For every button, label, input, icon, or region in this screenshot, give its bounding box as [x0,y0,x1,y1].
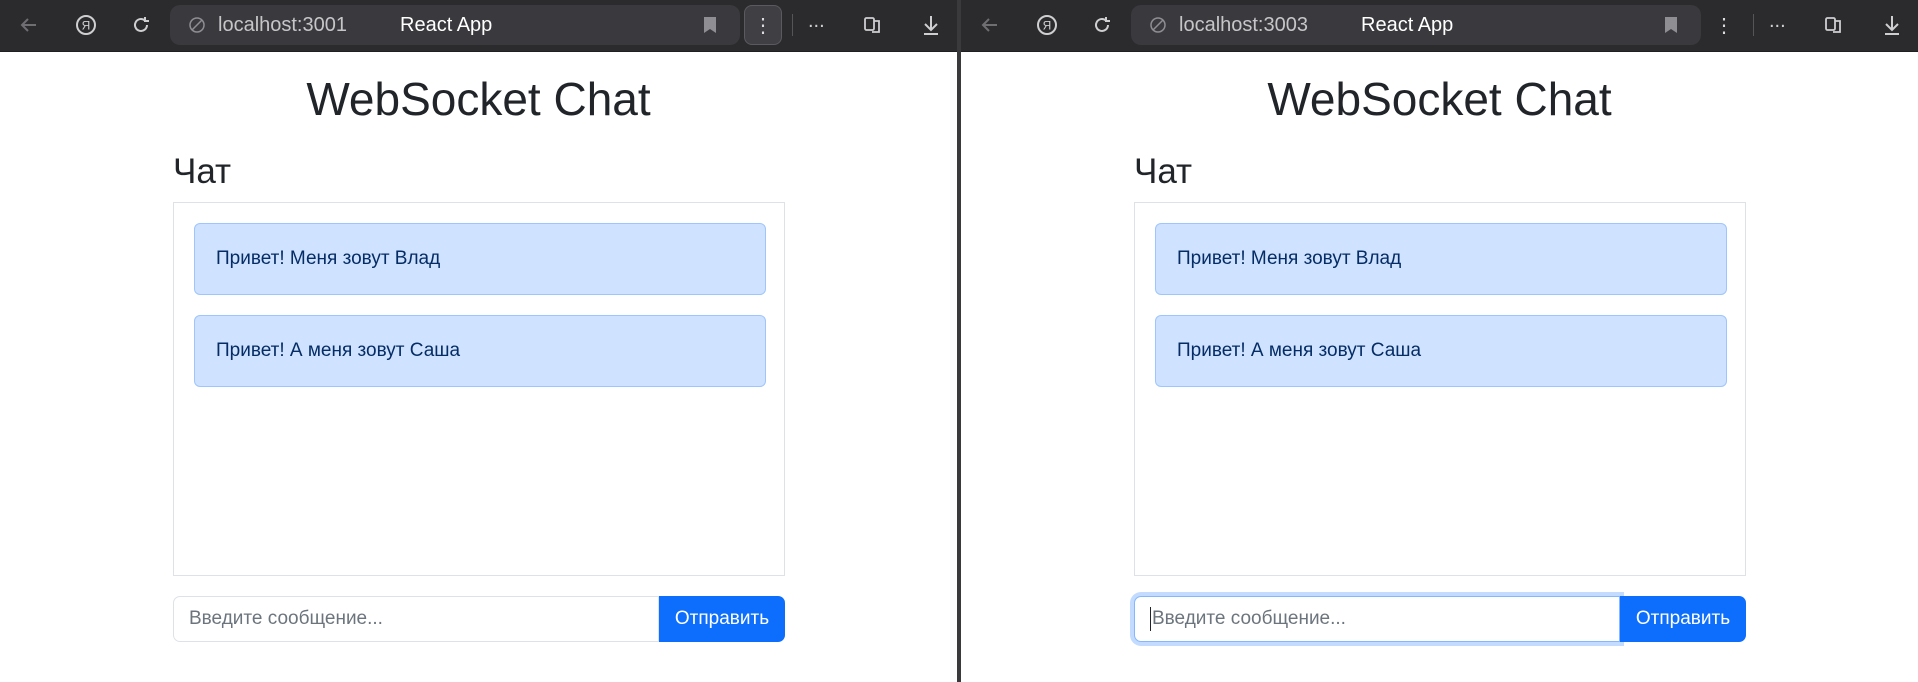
menu-icon[interactable]: ⋮ [744,5,782,45]
chat-message: Привет! Меня зовут Влад [194,223,766,295]
extensions-icon[interactable] [1819,10,1849,40]
reload-icon[interactable] [1087,10,1117,40]
svg-text:Я: Я [82,19,91,33]
bookmark-icon[interactable] [700,15,720,35]
toolbar-separator [1753,14,1754,36]
page-content: WebSocket Chat Чат Привет! Меня зовут Вл… [961,52,1918,682]
message-input-placeholder: Введите сообщение... [1152,608,1346,629]
chat-messages-box[interactable]: Привет! Меня зовут Влад Привет! А меня з… [1134,202,1746,576]
back-arrow-icon[interactable] [14,10,44,40]
toolbar-separator [792,14,793,36]
svg-text:Я: Я [1043,19,1052,33]
chat-title: Чат [1134,152,1193,191]
site-info-icon[interactable] [1149,16,1167,34]
message-input-placeholder: Введите сообщение... [189,608,383,629]
chat-title: Чат [173,152,232,191]
message-input[interactable]: Введите сообщение... [1134,596,1620,642]
chat-message: Привет! А меня зовут Саша [1155,315,1727,387]
download-icon[interactable] [1877,10,1907,40]
more-icon[interactable]: ... [808,10,825,33]
browser-toolbar: Я localhost:3003 React App ⋮ ... [961,0,1918,52]
reload-icon[interactable] [126,10,156,40]
browser-toolbar: Я localhost:3001 React App ⋮ ... [0,0,957,52]
page-heading: WebSocket Chat [306,73,651,125]
message-input[interactable]: Введите сообщение... [173,596,659,642]
page-title-text: React App [400,14,493,36]
chat-message: Привет! Меня зовут Влад [1155,223,1727,295]
message-input-row: Введите сообщение... Отправить [1134,596,1746,642]
browser-window-left: Я localhost:3001 React App ⋮ ... WebSock… [0,0,957,682]
bookmark-icon[interactable] [1661,15,1681,35]
browser-window-right: Я localhost:3003 React App ⋮ ... WebSock… [961,0,1918,682]
yandex-icon[interactable]: Я [71,10,101,40]
address-bar[interactable]: localhost:3003 React App [1131,5,1701,45]
back-arrow-icon[interactable] [975,10,1005,40]
menu-icon[interactable]: ⋮ [1705,5,1743,45]
yandex-icon[interactable]: Я [1032,10,1062,40]
send-button[interactable]: Отправить [659,596,785,642]
more-icon[interactable]: ... [1769,10,1786,33]
extensions-icon[interactable] [858,10,888,40]
site-info-icon[interactable] [188,16,206,34]
chat-message: Привет! А меня зовут Саша [194,315,766,387]
url-text[interactable]: localhost:3003 [1179,14,1308,37]
send-button[interactable]: Отправить [1620,596,1746,642]
page-content: WebSocket Chat Чат Привет! Меня зовут Вл… [0,52,957,682]
url-text[interactable]: localhost:3001 [218,14,347,37]
download-icon[interactable] [916,10,946,40]
text-caret [1150,607,1151,631]
chat-messages-box[interactable]: Привет! Меня зовут Влад Привет! А меня з… [173,202,785,576]
page-heading: WebSocket Chat [1267,73,1612,125]
page-title-text: React App [1361,14,1454,36]
address-bar[interactable]: localhost:3001 React App [170,5,740,45]
message-input-row: Введите сообщение... Отправить [173,596,785,642]
